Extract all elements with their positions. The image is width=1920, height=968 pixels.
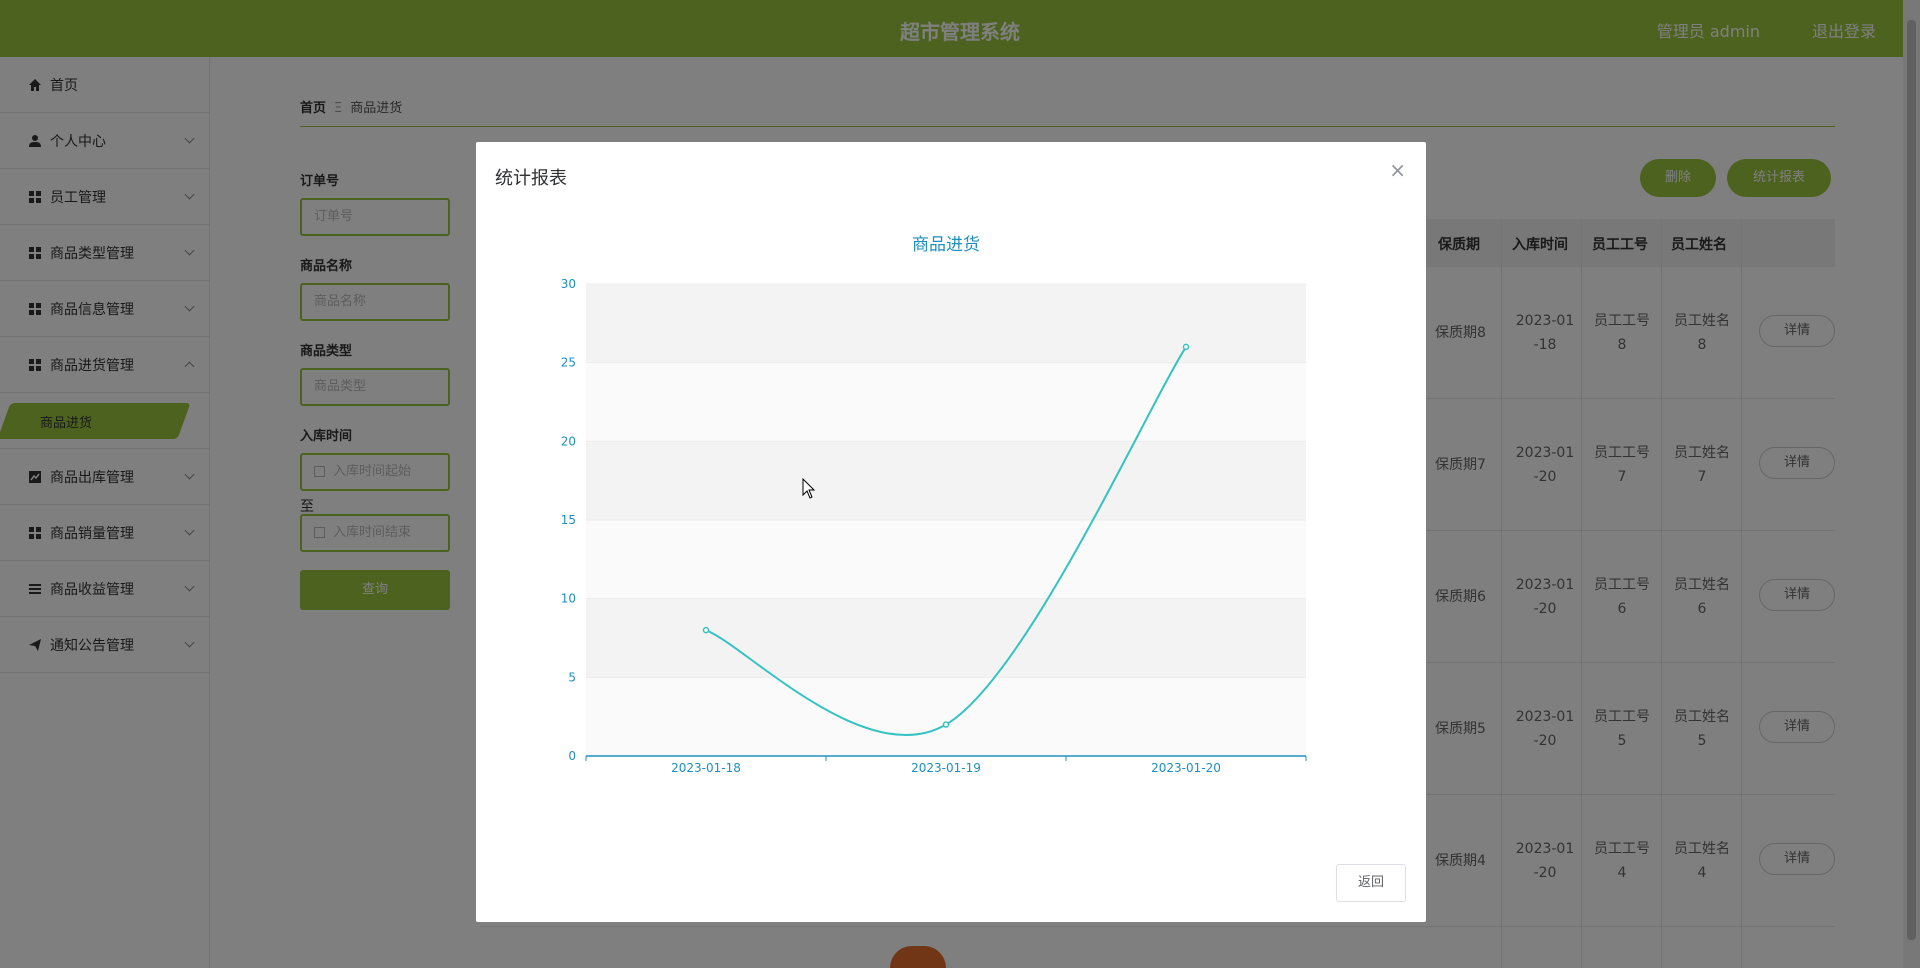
y-tick-label: 15 <box>561 513 576 527</box>
grid-band <box>586 362 1306 442</box>
stats-modal: 统计报表 × 0 5 10 15 20 25 30 2023-01-18 2023-01-19 2… <box>476 142 1426 922</box>
grid-band <box>586 598 1306 678</box>
y-tick-label: 30 <box>561 277 576 291</box>
data-point <box>942 721 950 728</box>
modal-title: 统计报表 <box>495 168 567 189</box>
y-tick-label: 0 <box>568 749 576 763</box>
chart-title: 商品进货 <box>912 235 980 255</box>
grid-band <box>586 520 1306 599</box>
data-point <box>702 626 710 634</box>
data-point <box>1182 343 1190 351</box>
y-tick-label: 10 <box>561 592 576 606</box>
grid-band <box>586 284 1306 363</box>
x-tick-label: 2023-01-19 <box>911 761 981 775</box>
grid-band <box>586 677 1306 756</box>
y-tick-label: 20 <box>561 434 576 448</box>
mouse-cursor-icon <box>802 478 816 499</box>
line-chart: 0 5 10 15 20 25 30 2023-01-18 2023-01-19 2023-01-… <box>561 235 1307 775</box>
x-tick-label: 2023-01-18 <box>671 761 741 775</box>
y-tick-label: 25 <box>561 356 576 370</box>
close-icon[interactable]: × <box>1389 160 1406 180</box>
grid-band <box>586 441 1306 520</box>
back-button[interactable]: 返回 <box>1336 864 1406 902</box>
y-tick-label: 5 <box>568 670 576 684</box>
x-tick-label: 2023-01-20 <box>1151 761 1221 775</box>
